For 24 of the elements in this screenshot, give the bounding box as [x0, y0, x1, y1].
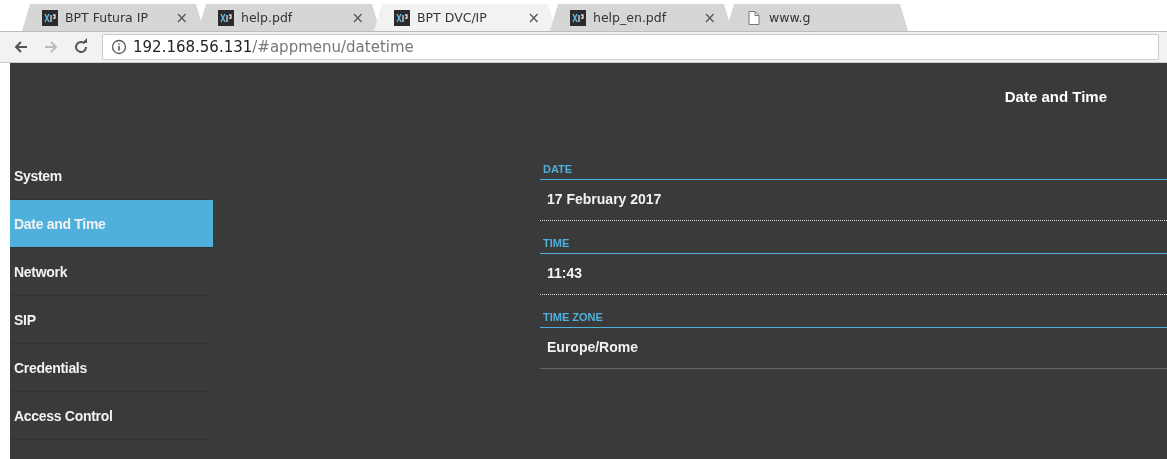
sidebar-item[interactable]: Credentials	[10, 344, 213, 392]
close-icon[interactable]: ×	[351, 8, 364, 27]
input-field[interactable]: Europe/Rome	[540, 328, 1167, 369]
field-label: TIME	[540, 237, 1167, 254]
browser-tab[interactable]: www.g	[726, 4, 908, 31]
sidebar-item[interactable]: SIP	[10, 296, 213, 344]
field-label: DATE	[540, 163, 1167, 180]
app-logo-icon	[394, 9, 410, 26]
info-icon[interactable]	[111, 39, 127, 55]
field-label: TIME ZONE	[540, 311, 1167, 328]
app-logo-icon	[570, 9, 586, 26]
reload-icon[interactable]	[72, 38, 90, 56]
app-logo-icon	[42, 9, 58, 26]
close-icon[interactable]: ×	[703, 8, 716, 27]
address-bar[interactable]: 192.168.56.131/#appmenu/datetime	[102, 34, 1159, 60]
close-icon[interactable]: ×	[527, 8, 540, 27]
close-icon[interactable]: ×	[175, 8, 188, 27]
app-logo-icon	[218, 9, 234, 26]
sidebar-item[interactable]: Access Control	[10, 392, 213, 440]
input-field[interactable]: 11:43	[540, 254, 1167, 295]
input-field[interactable]: 17 February 2017	[540, 180, 1167, 221]
sidebar-item[interactable]: Network	[10, 248, 213, 296]
page-title: Date and Time	[1004, 88, 1107, 105]
document-icon	[746, 9, 762, 26]
